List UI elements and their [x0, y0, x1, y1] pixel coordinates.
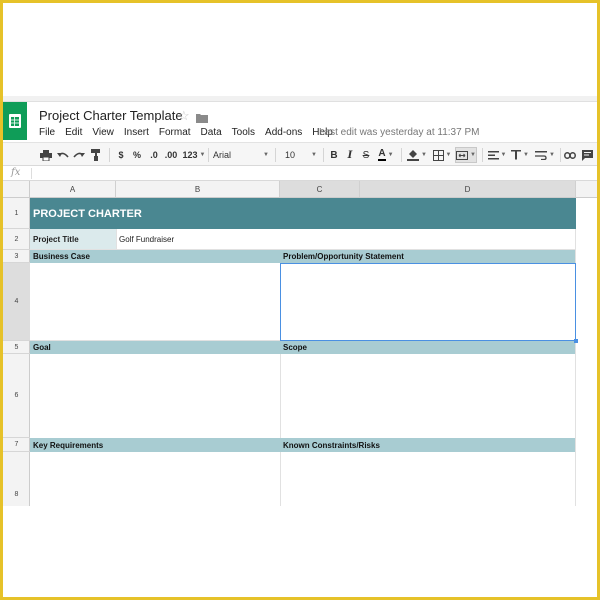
link-icon[interactable]	[563, 147, 577, 163]
borders-icon[interactable]: ▼	[431, 147, 453, 163]
row-header-6[interactable]: 6	[3, 354, 30, 438]
paint-format-icon[interactable]	[89, 147, 103, 163]
browser-top-strip	[3, 96, 597, 102]
menu-tools[interactable]: Tools	[232, 127, 255, 138]
increase-decimal-button[interactable]: .00	[163, 147, 179, 163]
constraints-cell[interactable]	[280, 452, 576, 506]
text-color-label: A	[378, 148, 386, 161]
row-header-4[interactable]: 4	[3, 263, 30, 341]
sheets-logo-icon[interactable]	[3, 102, 27, 140]
chevron-down-icon: ▼	[387, 152, 394, 158]
scope-cell[interactable]	[280, 354, 576, 438]
menu-bar: File Edit View Insert Format Data Tools …	[39, 127, 333, 138]
print-icon[interactable]	[39, 147, 53, 163]
spreadsheet-app: Project Charter Template ☆ File Edit Vie…	[3, 96, 597, 506]
grid-line	[280, 452, 281, 506]
fill-handle[interactable]	[574, 339, 578, 343]
column-headers: A B C D	[3, 181, 597, 198]
grid-line	[30, 249, 576, 250]
menu-file[interactable]: File	[39, 127, 55, 138]
grid-line	[116, 229, 117, 250]
formula-divider	[31, 168, 32, 179]
chevron-down-icon: ▼	[311, 152, 317, 158]
charter-title-cell[interactable]: PROJECT CHARTER	[30, 198, 576, 229]
select-all-corner[interactable]	[3, 181, 30, 197]
row-header-5[interactable]: 5	[3, 341, 30, 354]
document-title[interactable]: Project Charter Template	[39, 108, 183, 123]
project-title-label[interactable]: Project Title	[30, 229, 116, 250]
fx-label: fx	[11, 167, 21, 178]
chevron-down-icon: ▼	[263, 152, 269, 158]
project-title-value[interactable]: Golf Fundraiser	[116, 229, 576, 250]
scope-header[interactable]: Scope	[280, 341, 576, 354]
font-size-value: 10	[285, 150, 296, 160]
chevron-down-icon: ▼	[199, 152, 206, 158]
formula-bar[interactable]: fx	[3, 166, 597, 181]
row-header-7[interactable]: 7	[3, 438, 30, 452]
menu-insert[interactable]: Insert	[124, 127, 149, 138]
row-header-2[interactable]: 2	[3, 229, 30, 250]
constraints-header[interactable]: Known Constraints/Risks	[280, 438, 576, 452]
grid-line	[280, 354, 281, 438]
font-size-select[interactable]: 10 ▼	[283, 147, 319, 163]
text-color-button[interactable]: A ▼	[375, 147, 397, 163]
merge-icon[interactable]: ▼	[455, 147, 477, 163]
undo-icon[interactable]	[56, 147, 70, 163]
goal-cell[interactable]	[30, 354, 280, 438]
column-header-c[interactable]: C	[280, 181, 360, 197]
problem-statement-header[interactable]: Problem/Opportunity Statement	[280, 250, 576, 263]
comment-icon[interactable]	[580, 147, 594, 163]
last-edit-status[interactable]: Last edit was yesterday at 11:37 PM	[319, 127, 479, 138]
column-header-d[interactable]: D	[360, 181, 576, 197]
row-header-8[interactable]: 8	[3, 452, 30, 506]
row-header-1[interactable]: 1	[3, 198, 30, 229]
column-header-b[interactable]: B	[116, 181, 280, 197]
key-requirements-header[interactable]: Key Requirements	[30, 438, 280, 452]
star-icon[interactable]: ☆	[178, 108, 190, 124]
currency-button[interactable]: $	[116, 147, 126, 163]
cell-selection-outline	[280, 263, 576, 341]
decrease-decimal-button[interactable]: .0	[147, 147, 161, 163]
menu-edit[interactable]: Edit	[65, 127, 82, 138]
sheet-grid[interactable]: PROJECT CHARTER Project Title Golf Fundr…	[30, 198, 578, 506]
fill-color-icon[interactable]: ▼	[406, 147, 428, 163]
row-header-3[interactable]: 3	[3, 250, 30, 263]
column-header-a[interactable]: A	[30, 181, 116, 197]
business-case-cell[interactable]	[30, 263, 280, 341]
toolbar: $ % .0 .00 123 ▼ Arial ▼ 10 ▼ B I S A ▼ ▼ ▼ …	[3, 142, 597, 166]
align-left-icon[interactable]: ▼	[487, 147, 507, 163]
menu-format[interactable]: Format	[159, 127, 191, 138]
font-family-select[interactable]: Arial ▼	[211, 147, 271, 163]
redo-icon[interactable]	[72, 147, 86, 163]
goal-header[interactable]: Goal	[30, 341, 280, 354]
strikethrough-button[interactable]: S	[360, 147, 372, 163]
font-family-value: Arial	[213, 150, 232, 160]
key-requirements-cell[interactable]	[30, 452, 280, 506]
valign-top-icon[interactable]: ▼	[510, 147, 530, 163]
percent-button[interactable]: %	[131, 147, 143, 163]
menu-data[interactable]: Data	[201, 127, 222, 138]
italic-button[interactable]: I	[344, 147, 356, 163]
menu-add-ons[interactable]: Add-ons	[265, 127, 302, 138]
row-headers: 1 2 3 4 5 6 7 8	[3, 198, 30, 506]
business-case-header[interactable]: Business Case	[30, 250, 280, 263]
menu-view[interactable]: View	[92, 127, 114, 138]
bold-button[interactable]: B	[328, 147, 340, 163]
more-formats-label: 123	[182, 150, 198, 160]
folder-icon[interactable]	[196, 110, 208, 123]
wrap-icon[interactable]: ▼	[533, 147, 557, 163]
more-formats-dropdown[interactable]: 123 ▼	[181, 147, 207, 163]
